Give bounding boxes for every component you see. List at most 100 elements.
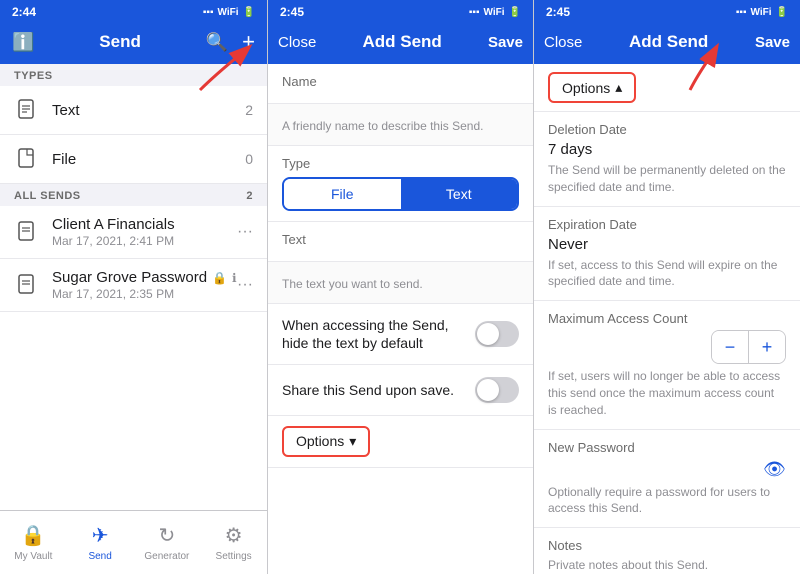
password-input[interactable] [548,459,763,480]
status-icons-right: ▪▪▪ WiFi 🔋 [736,7,788,18]
text-type-item[interactable]: Text 2 [0,86,267,135]
type-toggle: File Text [282,177,519,211]
status-icons-left: ▪▪▪ WiFi 🔋 [203,7,255,18]
hide-toggle-knob [477,323,499,345]
options-open-label: Options [562,80,610,96]
expiration-label: Expiration Date [548,217,786,232]
settings-icon: ⚙ [225,523,243,548]
nav-bar-middle: Close Add Send Save [268,22,533,64]
middle-form: Name A friendly name to describe this Se… [268,64,533,574]
name-label: Name [282,74,519,89]
chevron-up-icon: ▴ [615,79,622,96]
nav-title-middle: Add Send [362,32,441,52]
share-label: Share this Send upon save. [282,381,475,399]
show-password-icon[interactable]: 👁 [763,459,786,480]
lock-icon: 🔒 [212,271,227,285]
expiration-group: Expiration Date Never If set, access to … [534,207,800,302]
client-a-more[interactable]: ··· [237,223,253,241]
name-hint-group: A friendly name to describe this Send. [268,104,533,146]
max-access-group: Maximum Access Count − + If set, users w… [534,301,800,429]
text-type-btn[interactable]: Text [401,179,518,209]
tab-settings[interactable]: ⚙ Settings [200,511,267,568]
options-button[interactable]: Options ▾ [282,426,370,457]
left-panel-content: TYPES Text 2 [0,64,267,510]
share-toggle[interactable] [475,377,519,403]
close-button-middle[interactable]: Close [278,34,316,51]
time-middle: 2:45 [280,5,304,19]
client-a-name: Client A Financials [52,216,237,233]
password-group: New Password 👁 Optionally require a pass… [534,430,800,529]
save-button-middle[interactable]: Save [488,34,523,51]
client-a-date: Mar 17, 2021, 2:41 PM [52,234,237,248]
hide-toggle-row: When accessing the Send, hide the text b… [268,304,533,365]
left-panel: 2:44 ▪▪▪ WiFi 🔋 ℹ️ Send 🔍 + TYPES [0,0,268,574]
text-hint-group: The text you want to send. [268,262,533,304]
status-bar-middle: 2:45 ▪▪▪ WiFi 🔋 [268,0,533,22]
battery-icon-m: 🔋 [509,7,521,18]
max-access-hint: If set, users will no longer be able to … [548,368,786,418]
options-open-button[interactable]: Options ▴ [548,72,636,103]
stepper-minus-button[interactable]: − [712,331,748,363]
notes-label: Notes [548,538,786,553]
add-send-button-left[interactable]: + [242,29,255,55]
max-access-label: Maximum Access Count [548,311,786,326]
sugar-grove-more[interactable]: ··· [237,276,253,294]
password-label: New Password [548,440,786,455]
search-button[interactable]: 🔍 [206,32,228,53]
tab-my-vault[interactable]: 🔒 My Vault [0,511,67,568]
type-group: Type File Text [268,146,533,222]
close-button-right[interactable]: Close [544,34,582,51]
sugar-grove-icon [14,271,42,299]
tab-bar: 🔒 My Vault ✈ Send ↻ Generator ⚙ Settings [0,510,267,574]
nav-bar-left: ℹ️ Send 🔍 + [0,22,267,64]
client-a-item[interactable]: Client A Financials Mar 17, 2021, 2:41 P… [0,206,267,259]
text-group: Text [268,222,533,262]
time-right: 2:45 [546,5,570,19]
signal-icon: ▪▪▪ [203,7,214,18]
password-hint: Optionally require a password for users … [548,484,786,518]
send-icon: ✈ [92,523,109,548]
stepper-plus-button[interactable]: + [749,331,785,363]
nav-actions-left: 🔍 + [206,29,255,55]
expiration-hint: If set, access to this Send will expire … [548,257,786,291]
status-bar-left: 2:44 ▪▪▪ WiFi 🔋 [0,0,267,22]
right-form: Deletion Date 7 days The Send will be pe… [534,112,800,574]
text-type-label: Text [52,102,245,119]
text-hint: The text you want to send. [282,276,519,293]
chevron-down-icon: ▾ [349,433,356,450]
file-type-icon [14,145,42,173]
deletion-date-label: Deletion Date [548,122,786,137]
deletion-date-hint: The Send will be permanently deleted on … [548,162,786,196]
name-hint: A friendly name to describe this Send. [282,118,519,135]
text-type-icon [14,96,42,124]
all-sends-label: ALL SENDS [14,190,81,202]
status-icons-middle: ▪▪▪ WiFi 🔋 [469,7,521,18]
share-toggle-knob [477,379,499,401]
generator-icon: ↻ [158,523,175,548]
file-type-btn[interactable]: File [284,179,401,209]
info-circle-icon: ℹ [232,271,237,285]
tab-vault-label: My Vault [14,551,52,562]
tab-send[interactable]: ✈ Send [67,511,134,568]
sugar-grove-item[interactable]: Sugar Grove Password 🔒 ℹ Mar 17, 2021, 2… [0,259,267,312]
vault-icon: 🔒 [21,523,46,548]
info-icon: ℹ️ [12,32,34,53]
tab-send-label: Send [88,551,111,562]
hide-label: When accessing the Send, hide the text b… [282,316,475,352]
all-sends-count: 2 [246,190,253,202]
file-type-item[interactable]: File 0 [0,135,267,184]
sugar-grove-info: Sugar Grove Password 🔒 ℹ Mar 17, 2021, 2… [52,269,237,301]
share-toggle-row: Share this Send upon save. [268,365,533,416]
options-label: Options [296,433,344,449]
save-button-right[interactable]: Save [755,34,790,51]
tab-generator[interactable]: ↻ Generator [134,511,201,568]
status-bar-right: 2:45 ▪▪▪ WiFi 🔋 [534,0,800,22]
types-section-header: TYPES [0,64,267,86]
nav-bar-right: Close Add Send Save [534,22,800,64]
wifi-icon-r: WiFi [751,7,772,18]
access-count-stepper: − + [711,330,786,364]
right-panel: 2:45 ▪▪▪ WiFi 🔋 Close Add Send Save Opti… [534,0,800,574]
hide-toggle[interactable] [475,321,519,347]
tab-settings-label: Settings [216,551,252,562]
deletion-date-value: 7 days [548,141,786,158]
